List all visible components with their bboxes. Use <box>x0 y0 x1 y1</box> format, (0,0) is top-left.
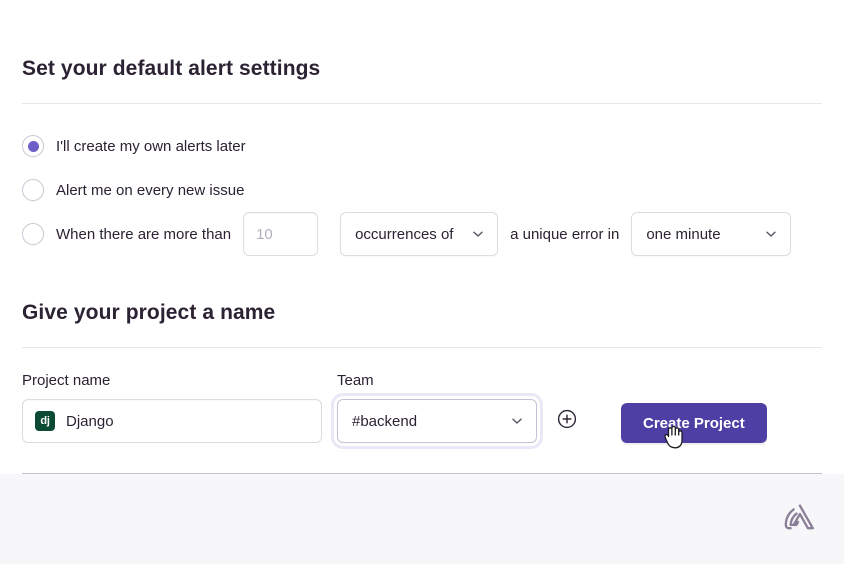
unique-error-text: a unique error in <box>510 226 619 243</box>
chevron-down-icon <box>471 227 485 241</box>
add-team-button[interactable] <box>553 407 581 435</box>
create-project-button[interactable]: Create Project <box>621 403 767 443</box>
alert-option-threshold[interactable]: When there are more than occurrences of … <box>22 212 822 256</box>
team-select-value: #backend <box>352 413 417 430</box>
page-footer <box>0 474 844 564</box>
threshold-value-input[interactable] <box>243 212 318 256</box>
occurrences-select-value: occurrences of <box>355 226 453 243</box>
time-window-select[interactable]: one minute <box>631 212 791 256</box>
project-name-input[interactable] <box>66 413 309 430</box>
alert-option-threshold-label: When there are more than <box>56 226 231 243</box>
project-name-title: Give your project a name <box>22 256 822 325</box>
create-project-page: Set your default alert settings I'll cre… <box>0 0 844 564</box>
team-select[interactable]: #backend <box>337 399 537 443</box>
team-select-focus-ring: #backend <box>334 396 540 446</box>
radio-dot-icon <box>28 229 39 240</box>
chevron-down-icon <box>764 227 778 241</box>
chevron-down-icon <box>510 414 524 428</box>
sentry-logo <box>782 501 818 538</box>
radio-threshold[interactable] <box>22 223 44 245</box>
alert-option-own-alerts-label: I'll create my own alerts later <box>56 138 246 155</box>
alert-option-own-alerts[interactable]: I'll create my own alerts later <box>22 124 822 168</box>
django-platform-icon: dj <box>35 411 55 431</box>
radio-every-issue[interactable] <box>22 179 44 201</box>
project-name-label: Project name <box>22 372 322 389</box>
radio-own-alerts[interactable] <box>22 135 44 157</box>
alert-options-group: I'll create my own alerts later Alert me… <box>22 104 822 256</box>
time-window-select-value: one minute <box>646 226 720 243</box>
radio-dot-icon <box>28 141 39 152</box>
project-name-field: Project name dj <box>22 372 322 443</box>
alert-option-every-issue-label: Alert me on every new issue <box>56 182 244 199</box>
team-field: Team #backend <box>337 372 537 443</box>
team-label: Team <box>337 372 537 389</box>
plus-circle-icon <box>557 409 577 434</box>
project-fields-row: Project name dj Team #backend <box>22 348 822 443</box>
project-name-input-wrap[interactable]: dj <box>22 399 322 443</box>
page-content: Set your default alert settings I'll cre… <box>0 0 844 474</box>
occurrences-select[interactable]: occurrences of <box>340 212 498 256</box>
alert-option-every-issue[interactable]: Alert me on every new issue <box>22 168 822 212</box>
radio-dot-icon <box>28 185 39 196</box>
alert-settings-title: Set your default alert settings <box>22 0 822 81</box>
